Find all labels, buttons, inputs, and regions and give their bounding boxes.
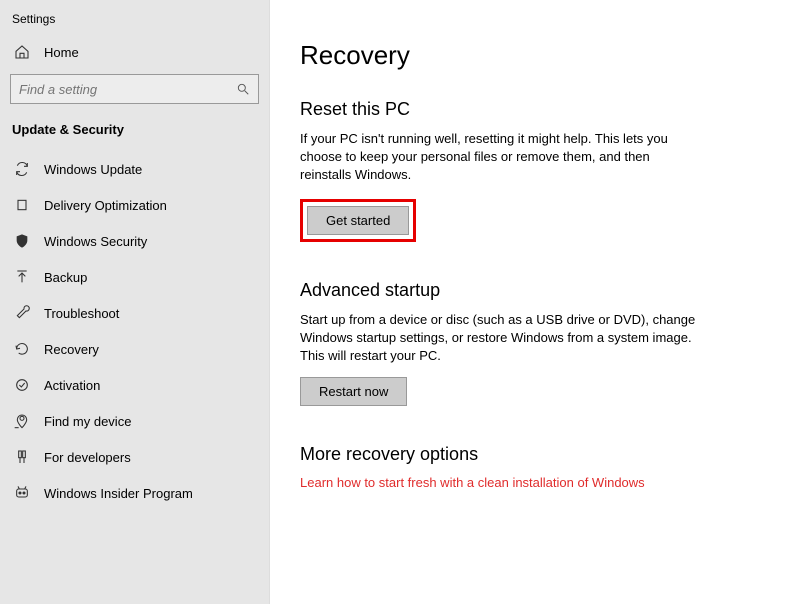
nav-troubleshoot[interactable]: Troubleshoot (0, 295, 269, 331)
highlight-annotation: Get started (300, 199, 416, 242)
search-icon (236, 82, 250, 96)
developers-icon (14, 449, 30, 465)
reset-section: Reset this PC If your PC isn't running w… (300, 99, 770, 242)
home-label: Home (44, 45, 79, 60)
nav-recovery[interactable]: Recovery (0, 331, 269, 367)
nav-label: Delivery Optimization (44, 198, 167, 213)
insider-icon (14, 485, 30, 501)
advanced-desc: Start up from a device or disc (such as … (300, 311, 700, 366)
nav-windows-update[interactable]: Windows Update (0, 151, 269, 187)
nav-backup[interactable]: Backup (0, 259, 269, 295)
activation-icon (14, 377, 30, 393)
more-heading: More recovery options (300, 444, 770, 465)
nav-label: Backup (44, 270, 87, 285)
shield-icon (14, 233, 30, 249)
nav-activation[interactable]: Activation (0, 367, 269, 403)
get-started-button[interactable]: Get started (307, 206, 409, 235)
nav-label: Windows Update (44, 162, 142, 177)
nav-label: Recovery (44, 342, 99, 357)
page-title: Recovery (300, 40, 770, 71)
app-title: Settings (0, 8, 269, 36)
nav-delivery-optimization[interactable]: Delivery Optimization (0, 187, 269, 223)
nav-label: Windows Security (44, 234, 147, 249)
fresh-start-link[interactable]: Learn how to start fresh with a clean in… (300, 475, 645, 490)
nav-for-developers[interactable]: For developers (0, 439, 269, 475)
nav-label: For developers (44, 450, 131, 465)
section-label: Update & Security (0, 116, 269, 151)
reset-heading: Reset this PC (300, 99, 770, 120)
nav-label: Windows Insider Program (44, 486, 193, 501)
nav-list: Windows Update Delivery Optimization Win… (0, 151, 269, 511)
home-nav[interactable]: Home (0, 36, 269, 68)
location-icon (14, 413, 30, 429)
backup-icon (14, 269, 30, 285)
search-box[interactable] (10, 74, 259, 104)
content-pane: Recovery Reset this PC If your PC isn't … (270, 0, 800, 604)
recovery-icon (14, 341, 30, 357)
advanced-section: Advanced startup Start up from a device … (300, 280, 770, 407)
reset-desc: If your PC isn't running well, resetting… (300, 130, 700, 185)
delivery-icon (14, 197, 30, 213)
nav-windows-security[interactable]: Windows Security (0, 223, 269, 259)
restart-now-button[interactable]: Restart now (300, 377, 407, 406)
sync-icon (14, 161, 30, 177)
nav-windows-insider[interactable]: Windows Insider Program (0, 475, 269, 511)
wrench-icon (14, 305, 30, 321)
nav-find-my-device[interactable]: Find my device (0, 403, 269, 439)
settings-sidebar: Settings Home Update & Security Windows … (0, 0, 270, 604)
advanced-heading: Advanced startup (300, 280, 770, 301)
more-section: More recovery options Learn how to start… (300, 444, 770, 490)
nav-label: Troubleshoot (44, 306, 119, 321)
nav-label: Activation (44, 378, 100, 393)
search-container (10, 74, 259, 104)
nav-label: Find my device (44, 414, 131, 429)
home-icon (14, 44, 30, 60)
search-input[interactable] (19, 82, 236, 97)
